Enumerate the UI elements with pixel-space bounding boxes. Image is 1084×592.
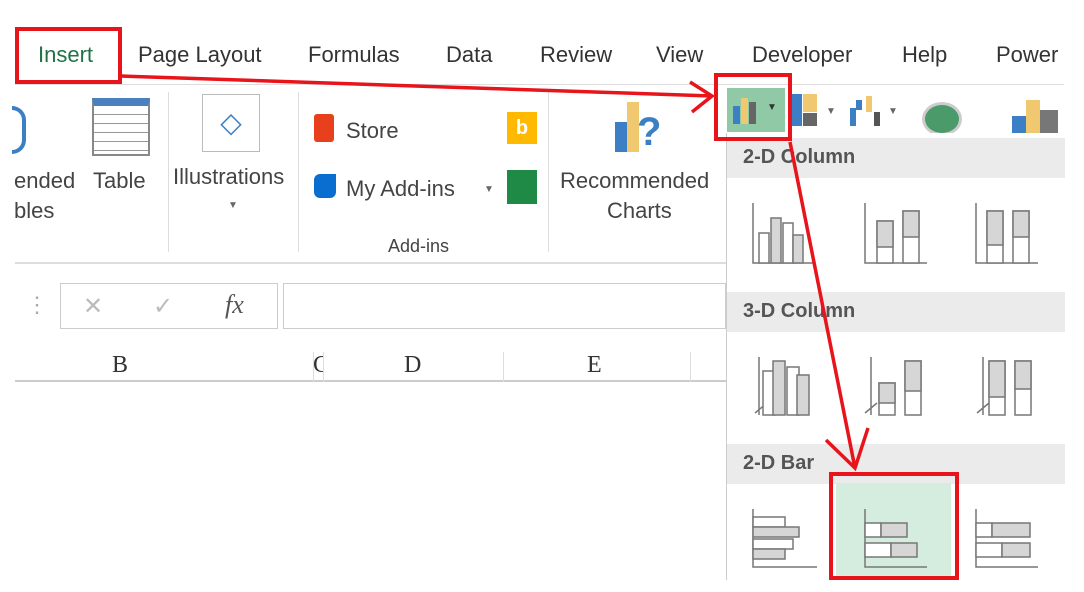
enter-icon[interactable]: ✓ bbox=[153, 292, 173, 321]
clustered-bar-icon[interactable] bbox=[752, 509, 817, 568]
divider bbox=[168, 92, 169, 252]
chevron-down-icon[interactable]: ▼ bbox=[484, 184, 494, 195]
cancel-icon[interactable]: ✕ bbox=[83, 292, 103, 321]
ribbon-top-border bbox=[15, 84, 1064, 85]
table-icon[interactable] bbox=[92, 98, 150, 156]
chevron-down-icon: ▼ bbox=[228, 200, 238, 211]
recommended-charts-icon[interactable]: ? bbox=[615, 102, 661, 158]
tab-review[interactable]: Review bbox=[540, 42, 612, 68]
3d-clustered-column-icon[interactable] bbox=[754, 357, 810, 416]
arrow-to-column-chart bbox=[119, 74, 713, 98]
people-graph-icon[interactable] bbox=[507, 170, 537, 204]
100-stacked-bar-icon[interactable] bbox=[975, 509, 1038, 568]
tab-data[interactable]: Data bbox=[446, 42, 492, 68]
map-chart-icon[interactable] bbox=[922, 102, 962, 136]
recommended-charts-label-1[interactable]: Recommended bbox=[560, 168, 709, 194]
100-stacked-column-icon[interactable] bbox=[975, 203, 1038, 264]
insert-function-button[interactable]: fx bbox=[225, 290, 244, 320]
3d-100-stacked-column-icon[interactable] bbox=[976, 357, 1032, 416]
drag-handle-icon[interactable]: ⋮ bbox=[26, 292, 48, 318]
clustered-column-icon[interactable] bbox=[752, 203, 813, 264]
tab-power[interactable]: Power bbox=[996, 42, 1058, 68]
divider bbox=[690, 352, 691, 382]
stacked-column-icon[interactable] bbox=[864, 203, 927, 264]
3d-stacked-column-icon[interactable] bbox=[864, 357, 922, 416]
illustrations-button[interactable]: Illustrations bbox=[173, 164, 284, 190]
pivot-chart-icon[interactable] bbox=[1012, 100, 1064, 134]
formula-input[interactable] bbox=[283, 283, 726, 329]
store-button[interactable]: Store bbox=[346, 118, 399, 144]
tab-view[interactable]: View bbox=[656, 42, 703, 68]
divider bbox=[548, 92, 549, 252]
formula-buttons: ✕ ✓ fx bbox=[60, 283, 278, 329]
insert-tab-highlight bbox=[15, 27, 122, 84]
stacked-bar-highlight-box bbox=[829, 472, 959, 580]
addins-icon[interactable] bbox=[314, 174, 336, 198]
tab-formulas[interactable]: Formulas bbox=[308, 42, 400, 68]
column-header-e[interactable]: E bbox=[587, 352, 602, 379]
recommended-charts-label-2[interactable]: Charts bbox=[607, 198, 672, 224]
divider bbox=[323, 352, 324, 382]
table-button[interactable]: Table bbox=[93, 168, 146, 194]
divider bbox=[503, 352, 504, 382]
arrowhead bbox=[689, 80, 716, 114]
column-header-c[interactable]: C bbox=[313, 352, 323, 379]
divider bbox=[298, 92, 299, 252]
recommended-pivot-label-1[interactable]: ended bbox=[14, 168, 75, 194]
tab-page-layout[interactable]: Page Layout bbox=[138, 42, 262, 68]
shapes-icon[interactable]: ◇ bbox=[202, 94, 260, 152]
bing-icon[interactable]: b bbox=[507, 112, 537, 144]
column-header-b[interactable]: B bbox=[112, 352, 128, 379]
tab-help[interactable]: Help bbox=[902, 42, 947, 68]
column-chart-highlight bbox=[714, 73, 792, 141]
addins-group-label: Add-ins bbox=[388, 236, 450, 256]
waterfall-chart-button[interactable]: ▼ bbox=[850, 94, 900, 130]
hierarchy-chart-button[interactable]: ▼ bbox=[792, 94, 842, 130]
ribbon-bottom-border bbox=[15, 262, 726, 264]
pivot-table-icon bbox=[12, 106, 26, 154]
recommended-pivot-label-2[interactable]: bles bbox=[14, 198, 54, 224]
tab-developer[interactable]: Developer bbox=[752, 42, 852, 68]
column-header-d[interactable]: D bbox=[404, 352, 421, 379]
store-icon[interactable] bbox=[314, 114, 334, 142]
my-addins-button[interactable]: My Add-ins bbox=[346, 176, 455, 202]
